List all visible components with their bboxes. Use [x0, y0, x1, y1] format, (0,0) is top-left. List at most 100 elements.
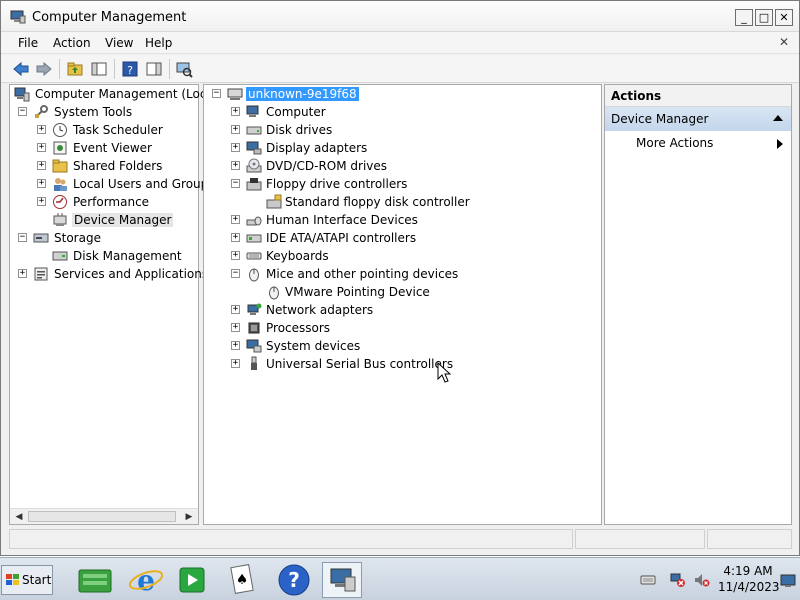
tree-label: Computer Management (Local — [35, 87, 218, 101]
tree-label: Human Interface Devices — [266, 213, 418, 227]
computer-management-window: Computer Management _ □ ✕ File Action Vi… — [0, 0, 800, 556]
device-floppy-controller[interactable]: Standard floppy disk controller — [210, 194, 590, 212]
expand-icon[interactable]: + — [231, 143, 240, 152]
scroll-right-icon[interactable]: ▶ — [182, 511, 196, 523]
tree-label: System devices — [266, 339, 361, 353]
expand-icon[interactable]: + — [231, 359, 240, 368]
help-icon[interactable]: ? — [121, 60, 139, 78]
menu-help[interactable]: Help — [145, 36, 172, 50]
tree-item-device-manager[interactable]: Device Manager — [14, 212, 198, 230]
disk-management-icon — [52, 251, 68, 261]
shared-folder-icon — [52, 159, 68, 173]
internet-explorer-icon[interactable]: e — [126, 562, 166, 598]
title-bar[interactable]: Computer Management _ □ ✕ — [1, 1, 799, 32]
network-disconnected-icon[interactable] — [670, 572, 686, 588]
tree-item-services-applications[interactable]: + Services and Applications — [14, 266, 208, 284]
tree-item-disk-management[interactable]: Disk Management — [14, 248, 198, 266]
menu-view[interactable]: View — [105, 36, 133, 50]
device-category-system-devices[interactable]: + System devices — [210, 338, 590, 356]
tree-item-performance[interactable]: + Performance — [14, 194, 198, 212]
expand-icon[interactable]: + — [231, 125, 240, 134]
processor-icon — [248, 322, 260, 334]
volume-muted-icon[interactable] — [694, 572, 710, 588]
device-category-display-adapters[interactable]: + Display adapters — [210, 140, 590, 158]
device-category-dvd-drives[interactable]: + DVD/CD-ROM drives — [210, 158, 590, 176]
device-category-floppy-controllers[interactable]: − Floppy drive controllers — [210, 176, 590, 194]
actions-header: Actions — [605, 85, 791, 107]
more-actions-link[interactable]: More Actions — [636, 136, 713, 150]
tree-item-shared-folders[interactable]: + Shared Folders — [14, 158, 198, 176]
menu-file[interactable]: File — [18, 36, 38, 50]
keyboard-tray-icon[interactable] — [640, 572, 656, 588]
forward-arrow-icon[interactable] — [35, 60, 53, 78]
device-category-usb[interactable]: + Universal Serial Bus controllers — [210, 356, 590, 374]
taskbar-clock[interactable]: 4:19 AM 11/4/2023 — [718, 563, 780, 595]
horizontal-scrollbar[interactable]: ◀ ▶ — [10, 508, 198, 524]
menu-action[interactable]: Action — [53, 36, 91, 50]
scroll-left-icon[interactable]: ◀ — [12, 511, 26, 523]
solitaire-cards-icon[interactable]: ♠ — [223, 562, 263, 598]
actions-section-device-manager[interactable]: Device Manager — [605, 107, 791, 131]
mmc-close-icon[interactable]: ✕ — [779, 35, 789, 49]
device-category-ide[interactable]: + IDE ATA/ATAPI controllers — [210, 230, 590, 248]
device-category-computer[interactable]: + Computer — [210, 104, 590, 122]
usb-icon — [251, 356, 257, 370]
expand-icon[interactable]: + — [37, 125, 46, 134]
svg-text:?: ? — [127, 64, 133, 77]
collapse-icon[interactable]: − — [212, 89, 221, 98]
expand-icon[interactable]: + — [37, 161, 46, 170]
tree-item-storage[interactable]: − Storage — [14, 230, 198, 248]
device-category-mice[interactable]: − Mice and other pointing devices — [210, 266, 590, 284]
expand-icon[interactable]: + — [231, 305, 240, 314]
expand-icon[interactable]: + — [37, 143, 46, 152]
help-support-icon[interactable]: ? — [274, 562, 314, 598]
submenu-arrow-icon[interactable] — [777, 139, 783, 149]
expand-icon[interactable]: + — [231, 233, 240, 242]
expand-icon[interactable]: + — [231, 251, 240, 260]
taskbar-computer-management[interactable] — [322, 562, 362, 598]
tree-label: VMware Pointing Device — [285, 285, 430, 299]
media-player-icon[interactable] — [172, 562, 212, 598]
device-category-disk-drives[interactable]: + Disk drives — [210, 122, 590, 140]
device-category-keyboards[interactable]: + Keyboards — [210, 248, 590, 266]
device-vmware-pointing[interactable]: VMware Pointing Device — [210, 284, 590, 302]
scan-hardware-changes-icon[interactable] — [175, 60, 193, 78]
device-tree-root[interactable]: − unknown-9e19f68 — [210, 86, 590, 104]
collapse-up-icon[interactable] — [773, 115, 783, 121]
server-manager-icon[interactable] — [75, 562, 115, 598]
start-button[interactable]: Start — [1, 565, 53, 595]
tree-item-system-tools[interactable]: − System Tools — [14, 104, 198, 122]
collapse-icon[interactable]: − — [231, 179, 240, 188]
up-folder-icon[interactable] — [66, 60, 84, 78]
back-arrow-icon[interactable] — [12, 60, 30, 78]
tree-label: Keyboards — [266, 249, 329, 263]
tree-item-task-scheduler[interactable]: + Task Scheduler — [14, 122, 198, 140]
maximize-button[interactable]: □ — [755, 9, 773, 26]
scrollbar-thumb[interactable] — [28, 511, 176, 522]
device-category-hid[interactable]: + Human Interface Devices — [210, 212, 590, 230]
expand-icon[interactable]: + — [231, 107, 240, 116]
tree-item-computer-management[interactable]: Computer Management (Local — [14, 86, 217, 104]
expand-icon[interactable]: + — [231, 161, 240, 170]
device-category-network[interactable]: + Network adapters — [210, 302, 590, 320]
minimize-button[interactable]: _ — [735, 9, 753, 26]
collapse-icon[interactable]: − — [18, 107, 27, 116]
collapse-icon[interactable]: − — [18, 233, 27, 242]
close-button[interactable]: ✕ — [775, 9, 793, 26]
expand-icon[interactable]: + — [231, 341, 240, 350]
tree-item-local-users[interactable]: + Local Users and Groups — [14, 176, 215, 194]
performance-icon — [53, 195, 67, 209]
expand-icon[interactable]: + — [231, 323, 240, 332]
tree-label: DVD/CD-ROM drives — [266, 159, 388, 173]
expand-icon[interactable]: + — [37, 179, 46, 188]
show-hide-console-tree-icon[interactable] — [90, 60, 108, 78]
device-category-processors[interactable]: + Processors — [210, 320, 590, 338]
expand-icon[interactable]: + — [18, 269, 27, 278]
show-hide-action-pane-icon[interactable] — [145, 60, 163, 78]
tree-item-event-viewer[interactable]: + Event Viewer — [14, 140, 198, 158]
show-desktop-icon[interactable] — [780, 573, 796, 589]
collapse-icon[interactable]: − — [231, 269, 240, 278]
toolbar-separator — [114, 59, 115, 79]
expand-icon[interactable]: + — [231, 215, 240, 224]
expand-icon[interactable]: + — [37, 197, 46, 206]
